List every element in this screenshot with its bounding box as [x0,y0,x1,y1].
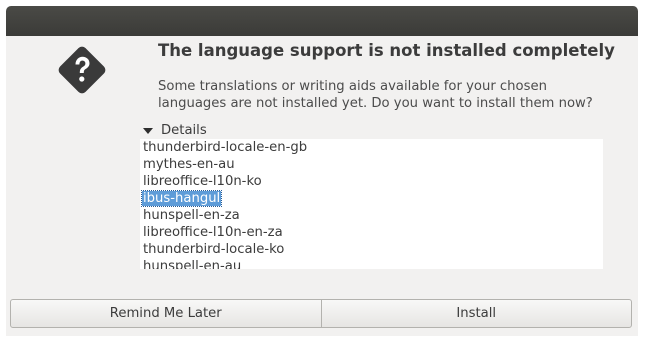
package-name: hunspell-en-za [143,208,240,223]
remind-me-later-button[interactable]: Remind Me Later [11,300,321,327]
package-item[interactable]: hunspell-en-za [140,207,603,224]
package-item-selected[interactable]: ibus-hangul [140,190,603,207]
package-list[interactable]: thunderbird-locale-en-gb mythes-en-au li… [140,139,603,269]
package-name: libreoffice-l10n-ko [143,174,262,189]
details-label: Details [161,123,207,138]
button-bar: Remind Me Later Install [10,299,632,328]
package-item[interactable]: hunspell-en-au [140,258,603,269]
package-name: thunderbird-locale-ko [143,242,285,257]
dialog-message: Some translations or writing aids availa… [158,79,593,111]
question-icon [52,40,112,100]
package-name: mythes-en-au [143,157,235,172]
expander-triangle-icon [143,128,153,134]
package-item[interactable]: mythes-en-au [140,156,603,173]
package-item[interactable]: libreoffice-l10n-ko [140,173,603,190]
package-name: hunspell-en-au [143,259,242,269]
package-name: ibus-hangul [140,190,223,207]
window-titlebar[interactable] [6,6,638,36]
package-name: thunderbird-locale-en-gb [143,140,308,155]
package-item[interactable]: libreoffice-l10n-en-za [140,224,603,241]
dialog-heading: The language support is not installed co… [158,41,615,60]
package-item[interactable]: thunderbird-locale-ko [140,241,603,258]
details-expander[interactable]: Details [143,123,207,138]
install-button[interactable]: Install [320,300,632,327]
package-name: libreoffice-l10n-en-za [143,225,283,240]
language-support-dialog: The language support is not installed co… [6,36,638,336]
package-item[interactable]: thunderbird-locale-en-gb [140,139,603,156]
